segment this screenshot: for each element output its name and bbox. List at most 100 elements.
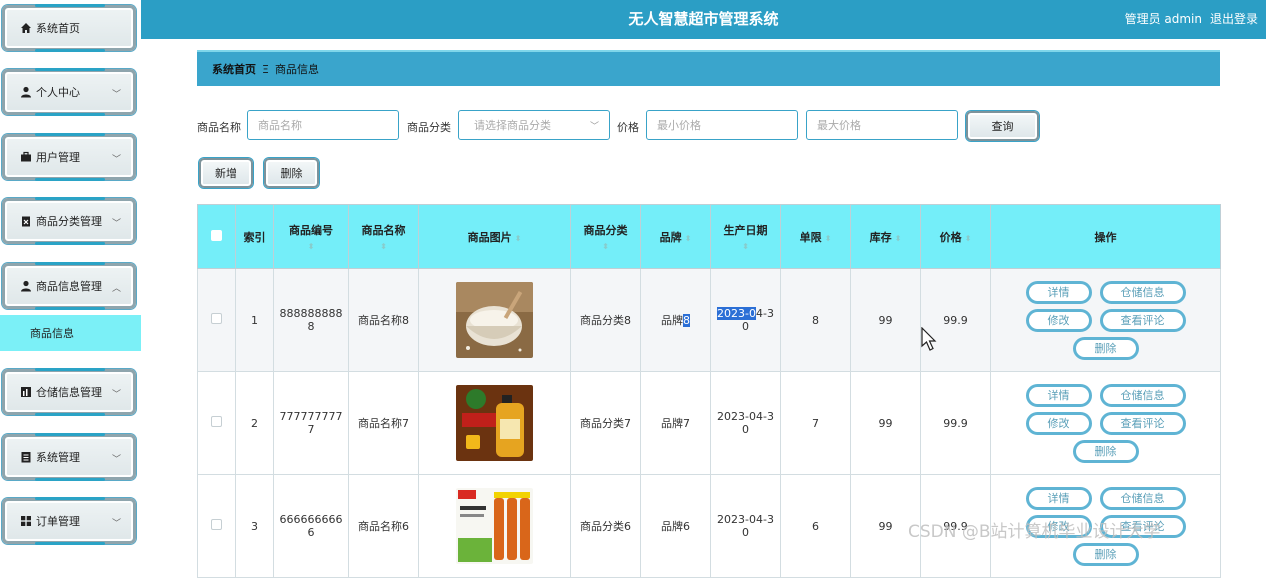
header-brand[interactable]: 品牌 ⬍ <box>640 204 711 269</box>
cell-brand: 品牌8 <box>640 268 711 372</box>
cell-code-line2: 7 <box>307 423 315 436</box>
cell-name: 商品名称8 <box>348 268 419 372</box>
menu-home[interactable]: 系统首页 <box>2 4 136 52</box>
table-row[interactable]: 2 777777777 7 商品名称7 商品分类7 品牌7 2023-04-3 … <box>197 371 1221 475</box>
row-delete-button[interactable]: 删除 <box>1072 542 1139 566</box>
category-select[interactable]: 请选择商品分类 ﹀ <box>458 110 610 140</box>
list-icon <box>19 451 32 464</box>
sort-icon[interactable]: ⬍ <box>965 234 972 243</box>
max-price-input[interactable] <box>806 110 958 140</box>
detail-button[interactable]: 详情 <box>1025 486 1092 510</box>
sort-icon[interactable]: ⬍ <box>349 242 418 252</box>
logout-link[interactable]: 退出登录 <box>1210 10 1258 27</box>
cell-brand: 品牌7 <box>640 371 711 475</box>
header-stock-label: 库存 <box>869 230 892 244</box>
storage-info-button[interactable]: 仓储信息 <box>1099 486 1186 510</box>
edit-button[interactable]: 修改 <box>1025 411 1092 435</box>
chevron-down-icon: ﹀ <box>111 90 121 100</box>
delete-button[interactable]: 删除 <box>264 158 319 188</box>
row-delete-button[interactable]: 删除 <box>1072 336 1139 360</box>
header-image[interactable]: 商品图片 ⬍ <box>418 204 571 269</box>
mouse-cursor-icon <box>921 327 937 351</box>
detail-button[interactable]: 详情 <box>1025 383 1092 407</box>
sort-icon[interactable]: ⬍ <box>515 234 522 243</box>
menu-personal-center[interactable]: 个人中心 ﹀ <box>2 68 136 116</box>
row-checkbox[interactable] <box>211 519 222 530</box>
menu-storage-management[interactable]: 仓储信息管理 ﹀ <box>2 368 136 416</box>
breadcrumb-home[interactable]: 系统首页 <box>212 61 256 77</box>
storage-info-button[interactable]: 仓储信息 <box>1099 280 1186 304</box>
table-header-row: 索引 商品编号 ⬍ 商品名称 ⬍ 商品图片 ⬍ 商品分类 ⬍ 品牌 ⬍ 生产日期 ⬍ 单限 ⬍… <box>197 204 1221 269</box>
select-all-cell[interactable] <box>197 204 236 269</box>
view-reviews-button[interactable]: 查看评论 <box>1099 411 1186 435</box>
header-price[interactable]: 价格 ⬍ <box>920 204 991 269</box>
edit-button[interactable]: 修改 <box>1025 308 1092 332</box>
breadcrumb: 系统首页 Ξ 商品信息 <box>197 50 1220 86</box>
top-bar: 无人智慧超市管理系统 管理员 admin 退出登录 <box>141 0 1266 39</box>
cell-date-line2: 0 <box>742 423 749 436</box>
sort-icon[interactable]: ⬍ <box>685 234 692 243</box>
menu-product-management[interactable]: 商品信息管理 ︿ <box>2 262 136 310</box>
menu-personal-center-label: 个人中心 <box>36 86 80 99</box>
storage-info-button[interactable]: 仓储信息 <box>1099 383 1186 407</box>
cell-image <box>418 474 571 578</box>
row-checkbox[interactable] <box>211 416 222 427</box>
header-category[interactable]: 商品分类 ⬍ <box>570 204 641 269</box>
menu-system-management[interactable]: 系统管理 ﹀ <box>2 433 136 481</box>
chart-icon <box>19 386 32 399</box>
header-code[interactable]: 商品编号 ⬍ <box>273 204 349 269</box>
query-button[interactable]: 查询 <box>966 111 1039 141</box>
min-price-input[interactable] <box>646 110 798 140</box>
chevron-down-icon: ﹀ <box>589 122 599 132</box>
menu-category-management-label: 商品分类管理 <box>36 215 102 228</box>
sort-icon[interactable]: ⬍ <box>711 242 780 252</box>
chevron-down-icon: ﹀ <box>111 155 121 165</box>
cell-ops: 详情 仓储信息 修改 查看评论 删除 <box>990 268 1221 372</box>
admin-label: 管理员 admin <box>1124 12 1202 26</box>
user-icon <box>19 280 32 293</box>
header-date-label: 生产日期 <box>723 223 768 237</box>
row-select-cell[interactable] <box>197 371 236 475</box>
name-search-input[interactable] <box>247 110 399 140</box>
home-icon <box>19 22 32 35</box>
row-delete-button[interactable]: 删除 <box>1072 439 1139 463</box>
cell-code-line1: 888888888 <box>279 307 343 320</box>
header-ops: 操作 <box>990 204 1221 269</box>
cell-image <box>418 371 571 475</box>
view-reviews-button[interactable]: 查看评论 <box>1099 308 1186 332</box>
sort-icon[interactable]: ⬍ <box>895 234 902 243</box>
add-button[interactable]: 新增 <box>199 158 253 188</box>
header-date[interactable]: 生产日期 ⬍ <box>710 204 781 269</box>
row-checkbox[interactable] <box>211 313 222 324</box>
cell-limit: 8 <box>780 268 851 372</box>
header-stock[interactable]: 库存 ⬍ <box>850 204 921 269</box>
row-select-cell[interactable] <box>197 268 236 372</box>
cell-brand-selected: 8 <box>683 314 690 327</box>
header-name-label: 商品名称 <box>361 223 406 237</box>
chevron-down-icon: ﹀ <box>111 390 121 400</box>
select-all-checkbox[interactable] <box>211 229 222 241</box>
submenu-product-info[interactable]: 商品信息 <box>0 315 141 351</box>
sort-icon[interactable]: ⬍ <box>825 234 832 243</box>
menu-category-management[interactable]: 商品分类管理 ﹀ <box>2 197 136 245</box>
cell-code: 777777777 7 <box>273 371 349 475</box>
sort-icon[interactable]: ⬍ <box>274 242 348 252</box>
header-image-label: 商品图片 <box>467 230 512 244</box>
header-code-label: 商品编号 <box>289 223 333 237</box>
header-name[interactable]: 商品名称 ⬍ <box>348 204 419 269</box>
sort-icon[interactable]: ⬍ <box>571 242 640 252</box>
cell-index: 2 <box>235 371 274 475</box>
briefcase-icon <box>19 151 32 164</box>
menu-user-management[interactable]: 用户管理 ﹀ <box>2 133 136 181</box>
cell-date: 2023-04-3 0 <box>710 268 781 372</box>
row-select-cell[interactable] <box>197 474 236 578</box>
detail-button[interactable]: 详情 <box>1025 280 1092 304</box>
cell-code-line1: 666666666 <box>279 513 343 526</box>
app-title: 无人智慧超市管理系统 <box>628 10 779 28</box>
table-row[interactable]: 1 888888888 8 商品名称8 商品分类8 品牌8 2023-04-3 … <box>197 268 1221 372</box>
header-limit[interactable]: 单限 ⬍ <box>780 204 851 269</box>
chevron-down-icon: ﹀ <box>111 219 121 229</box>
price-label: 价格 <box>617 121 639 134</box>
cell-code-line2: 6 <box>307 526 315 539</box>
menu-order-management[interactable]: 订单管理 ﹀ <box>2 497 136 545</box>
